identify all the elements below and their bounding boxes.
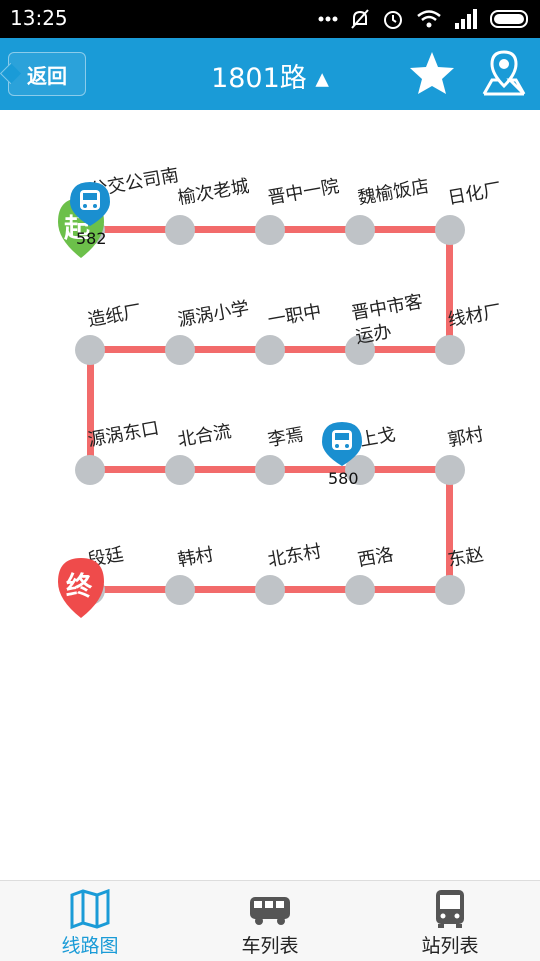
stop-label[interactable]: 韩村	[175, 540, 215, 572]
tab-label: 车列表	[241, 935, 299, 957]
stop-dot[interactable]	[435, 575, 465, 605]
stop-dot[interactable]	[165, 455, 195, 485]
stop-dot[interactable]	[255, 455, 285, 485]
stop-dot[interactable]	[345, 575, 375, 605]
header-bar: 返回 1801路 ▴	[0, 38, 540, 110]
stop-label[interactable]: 北东村	[265, 537, 323, 572]
tab-label: 线路图	[61, 935, 119, 957]
tab-bus-list[interactable]: 车列表	[180, 881, 360, 961]
bus-icon	[70, 182, 110, 226]
star-icon[interactable]	[408, 50, 456, 96]
stop-label[interactable]: 线材厂	[445, 297, 503, 332]
map-icon	[70, 889, 110, 929]
stop-label[interactable]: 魏榆饭店	[355, 172, 431, 210]
stop-dot[interactable]	[255, 215, 285, 245]
map-pin-icon[interactable]	[480, 48, 528, 98]
stop-label[interactable]: 源涡小学	[175, 294, 251, 332]
back-button[interactable]: 返回	[8, 52, 86, 96]
tab-route-map[interactable]: 线路图	[0, 881, 180, 961]
route-segment	[87, 350, 94, 470]
stop-dot[interactable]	[165, 575, 195, 605]
stop-label[interactable]: 郭村	[445, 420, 485, 452]
bus-front-icon	[436, 890, 464, 928]
status-icons	[318, 7, 530, 31]
mute-icon	[351, 9, 369, 29]
stop-label[interactable]: 晋中一院	[265, 172, 341, 210]
stop-label[interactable]: 一职中	[265, 297, 323, 332]
stop-label[interactable]: 造纸厂	[85, 297, 143, 332]
signal-icon	[455, 9, 477, 29]
stop-dot[interactable]	[435, 455, 465, 485]
tab-label: 站列表	[421, 935, 479, 957]
stop-dot[interactable]	[75, 335, 105, 365]
bus-number: 580	[328, 469, 359, 488]
stop-dot[interactable]	[435, 215, 465, 245]
stop-dot[interactable]	[165, 215, 195, 245]
back-button-label: 返回	[27, 63, 67, 88]
stop-dot[interactable]	[255, 575, 285, 605]
stop-dot[interactable]	[345, 215, 375, 245]
bottom-tab-bar: 线路图 车列表 站列表	[0, 880, 540, 961]
bus-marker[interactable]	[320, 420, 364, 468]
stop-dot[interactable]	[435, 335, 465, 365]
end-pin[interactable]: 终	[56, 556, 106, 620]
stop-label[interactable]: 李焉	[265, 420, 305, 452]
stop-label[interactable]: 晋中市客运办	[350, 288, 441, 350]
stop-dot[interactable]	[255, 335, 285, 365]
stop-label[interactable]: 北合流	[175, 417, 233, 452]
status-time: 13:25	[10, 6, 68, 30]
route-title[interactable]: 1801路 ▴	[150, 56, 390, 95]
alarm-icon	[384, 11, 402, 29]
wifi-icon	[417, 10, 441, 28]
stop-label[interactable]: 日化厂	[445, 175, 503, 210]
stop-label[interactable]: 西洛	[355, 540, 395, 572]
bus-icon	[322, 422, 362, 466]
stop-label[interactable]: 源涡东口	[85, 414, 161, 452]
stop-label[interactable]: 东赵	[445, 540, 485, 572]
stop-label[interactable]: 榆次老城	[175, 172, 251, 210]
more-dots-icon	[318, 16, 338, 22]
stop-dot[interactable]	[75, 455, 105, 485]
bus-number: 582	[76, 229, 107, 248]
stop-dot[interactable]	[165, 335, 195, 365]
tab-stop-list[interactable]: 站列表	[360, 881, 540, 961]
bus-side-icon	[250, 897, 290, 925]
status-bar: 13:25	[0, 0, 540, 38]
end-marker-label: 终	[66, 572, 93, 602]
battery-icon	[490, 10, 528, 28]
bus-marker[interactable]	[68, 180, 112, 228]
